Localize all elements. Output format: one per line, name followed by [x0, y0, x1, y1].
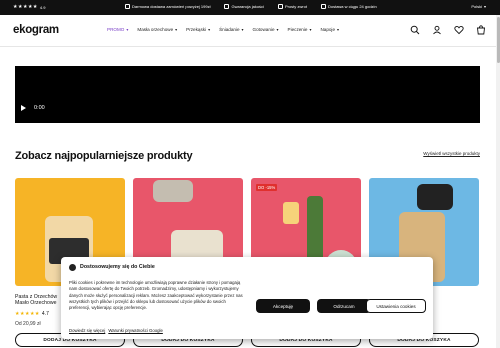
- clock-icon: [320, 4, 326, 9]
- reject-cookies-button[interactable]: Odrzucam: [317, 299, 371, 313]
- google-privacy-link[interactable]: Warunki prywatności Google: [108, 328, 163, 333]
- chevron-down-icon: ▾: [175, 27, 178, 32]
- chevron-down-icon: ▾: [126, 27, 129, 32]
- cookie-consent-dialog: Dostosowujemy się do Ciebie Pliki cookie…: [61, 257, 433, 339]
- perk-label: Gwarancja jakości: [231, 4, 264, 9]
- heart-icon[interactable]: [454, 25, 464, 35]
- discount-badge: DO -15%: [256, 184, 278, 191]
- perks-list: Darmowa dostawa zamówień powyżej 199zł G…: [125, 4, 377, 9]
- product-name[interactable]: Masło Orzechowe: [15, 300, 57, 306]
- logo[interactable]: ekogram: [13, 24, 59, 36]
- cookie-links: Dowiedz się więcej Warunki prywatności G…: [69, 328, 163, 333]
- nav-label: PROMO: [107, 27, 125, 32]
- nav-item-promo[interactable]: PROMO ▾: [107, 27, 128, 32]
- perk-label: Darmowa dostawa zamówień powyżej 199zł: [132, 4, 211, 9]
- jar-lid: [153, 180, 193, 202]
- chevron-down-icon: ▾: [483, 4, 486, 9]
- cookie-settings-button[interactable]: Ustawienia cookies: [366, 299, 426, 313]
- main-header: ekogram PROMO ▾ Masła orzechowe ▾ Przekąsk…: [0, 15, 500, 47]
- language-label: Polski: [471, 4, 482, 9]
- nav-item-drinks[interactable]: Napoje ▾: [320, 27, 339, 32]
- jar-lid: [417, 184, 453, 210]
- nav-label: Przekąski: [186, 27, 207, 32]
- glass-image: [283, 202, 299, 224]
- nav-label: Gotowanie: [252, 27, 275, 32]
- perk-item: Prosty zwrot: [277, 4, 307, 9]
- video-time: 0:00: [34, 105, 45, 111]
- return-icon: [277, 4, 283, 9]
- store-rating: ★★★★★ 4.9: [13, 4, 45, 10]
- product-rating: ★★★★★ 4.7: [15, 311, 49, 317]
- nav-label: Masła orzechowe: [137, 27, 174, 32]
- top-announcement-bar: ★★★★★ 4.9 Darmowa dostawa zamówień powyż…: [0, 0, 500, 15]
- perk-item: Gwarancja jakości: [224, 4, 264, 9]
- header-icons: [410, 25, 486, 35]
- video-player[interactable]: 0:00: [15, 66, 480, 123]
- perk-item: Dostawa w ciągu 24 godzin: [320, 4, 377, 9]
- cart-icon[interactable]: [476, 25, 486, 35]
- nav-label: Napoje: [320, 27, 336, 32]
- shield-icon: [224, 4, 230, 9]
- accept-cookies-button[interactable]: Akceptuję: [256, 299, 310, 313]
- user-icon[interactable]: [432, 25, 442, 35]
- nav-item-peanut-butters[interactable]: Masła orzechowe ▾: [137, 27, 177, 32]
- cookie-text: Pliki cookies i pokrewne im technologie …: [69, 280, 243, 311]
- learn-more-link[interactable]: Dowiedz się więcej: [69, 328, 105, 333]
- search-icon[interactable]: [410, 25, 420, 35]
- truck-icon: [125, 4, 130, 9]
- nav-label: Śniadanie: [219, 27, 240, 32]
- chevron-down-icon: ▾: [309, 27, 312, 32]
- nav-item-cooking[interactable]: Gotowanie ▾: [253, 27, 279, 32]
- perk-item: Darmowa dostawa zamówień powyżej 199zł: [125, 4, 210, 9]
- cookie-title: Dostosowujemy się do Ciebie: [80, 264, 155, 270]
- rating-value: 4.9: [39, 4, 46, 10]
- chevron-down-icon: ▾: [276, 27, 279, 32]
- nav-label: Pieczenie: [287, 27, 308, 32]
- perk-label: Dostawa w ciągu 24 godzin: [327, 4, 377, 9]
- view-all-link[interactable]: Wyświetl wszystkie produkty: [423, 151, 480, 156]
- section-title: Zobacz najpopularniejsze produkty: [15, 150, 193, 162]
- scrollbar-thumb[interactable]: [496, 17, 500, 63]
- play-icon[interactable]: [21, 105, 26, 111]
- nav-item-snacks[interactable]: Przekąski ▾: [186, 27, 210, 32]
- cookie-icon: [69, 264, 76, 271]
- chevron-down-icon: ▾: [337, 27, 340, 32]
- nav-item-baking[interactable]: Pieczenie ▾: [288, 27, 312, 32]
- nav-item-breakfast[interactable]: Śniadanie ▾: [219, 27, 243, 32]
- perk-label: Prosty zwrot: [284, 4, 307, 9]
- chevron-down-icon: ▾: [241, 27, 244, 32]
- rating-stars: ★★★★★: [13, 4, 38, 10]
- chevron-down-icon: ▾: [208, 27, 211, 32]
- rating-value: 4.7: [41, 311, 49, 317]
- language-selector[interactable]: Polski ▾: [471, 4, 486, 9]
- product-price: Od 20,99 zł: [15, 321, 41, 327]
- page-scrollbar[interactable]: [496, 15, 500, 348]
- main-nav: PROMO ▾ Masła orzechowe ▾ Przekąski ▾ Śniad…: [107, 27, 339, 32]
- rating-stars: ★★★★★: [15, 311, 40, 317]
- video-controls: 0:00: [15, 101, 480, 115]
